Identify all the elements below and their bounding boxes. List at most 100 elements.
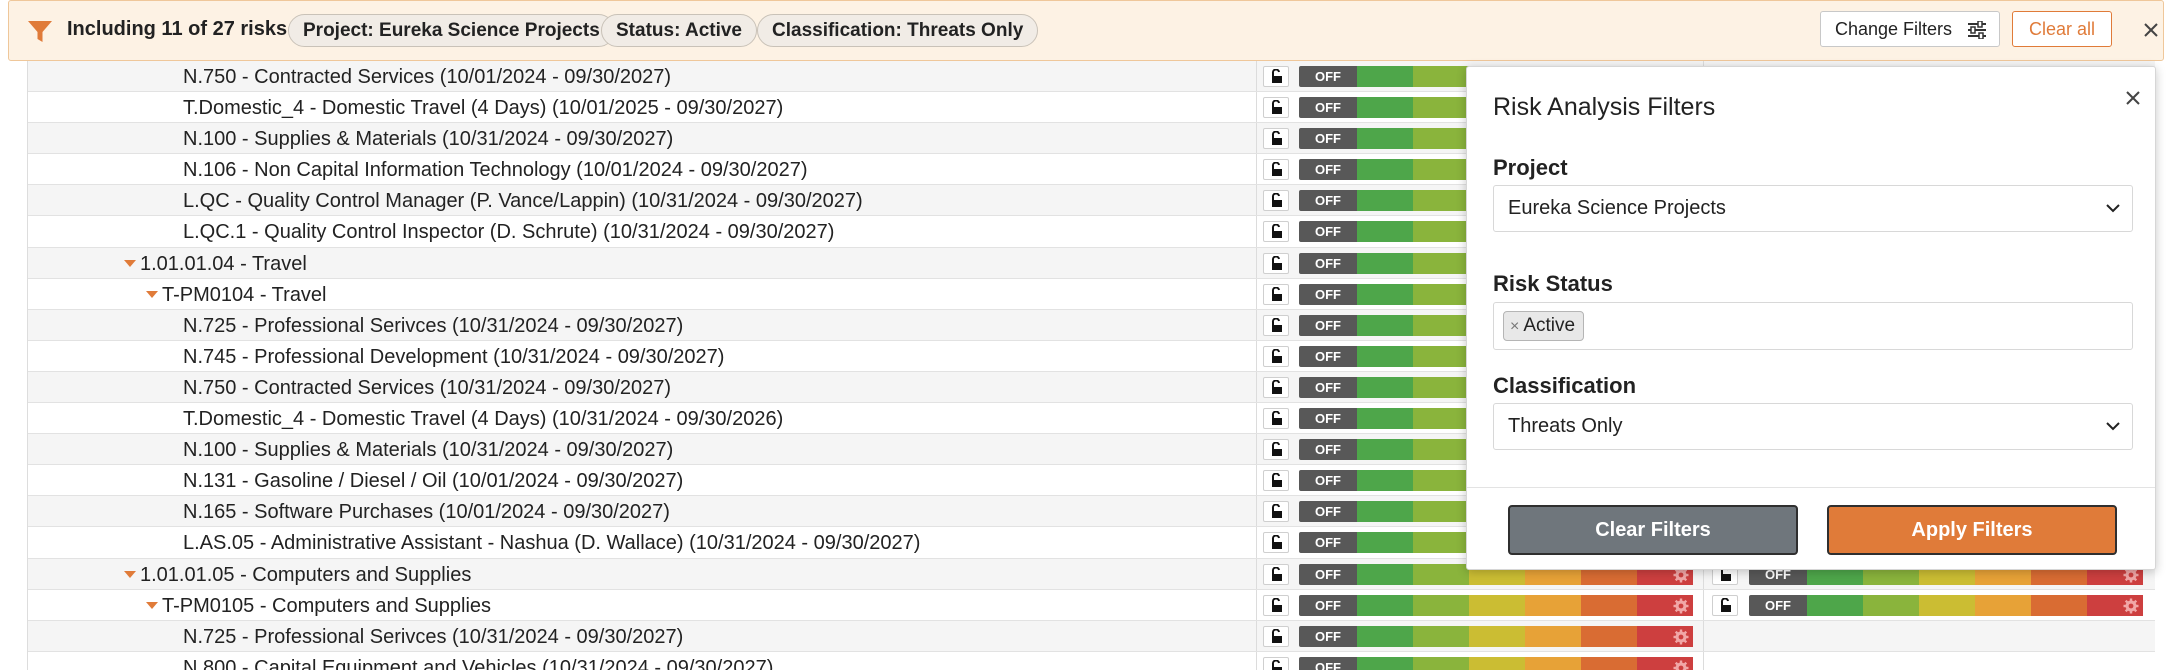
rating-segment[interactable] [1357, 97, 1413, 119]
unlock-button[interactable] [1263, 314, 1289, 336]
rating-segment[interactable] [1863, 594, 1919, 616]
off-toggle[interactable]: OFF [1299, 128, 1357, 150]
panel-close-icon[interactable] [2122, 87, 2144, 109]
risk-rating-scale[interactable] [1357, 656, 1693, 670]
rating-segment[interactable] [1413, 221, 1469, 243]
remove-tag-icon[interactable]: × [1510, 318, 1519, 335]
expand-caret-icon[interactable] [124, 259, 136, 267]
unlock-button[interactable] [1263, 532, 1289, 554]
off-toggle[interactable]: OFF [1299, 345, 1357, 367]
rating-segment[interactable] [1413, 501, 1469, 523]
rating-segment[interactable] [1637, 656, 1693, 670]
rating-segment[interactable] [1581, 656, 1637, 670]
unlock-button[interactable] [1263, 501, 1289, 523]
rating-segment[interactable] [1919, 594, 1975, 616]
risk-status-multiselect[interactable]: × Active [1493, 302, 2133, 350]
risk-rating-scale[interactable] [1357, 625, 1693, 647]
rating-segment[interactable] [1357, 128, 1413, 150]
off-toggle[interactable]: OFF [1299, 439, 1357, 461]
rating-segment[interactable] [1413, 376, 1469, 398]
off-toggle[interactable]: OFF [1299, 563, 1357, 585]
rating-segment[interactable] [1357, 408, 1413, 430]
rating-segment[interactable] [1525, 594, 1581, 616]
rating-segment[interactable] [1357, 439, 1413, 461]
unlock-button[interactable] [1263, 221, 1289, 243]
rating-segment[interactable] [1525, 656, 1581, 670]
rating-segment[interactable] [1357, 283, 1413, 305]
rating-segment[interactable] [1637, 594, 1693, 616]
rating-segment[interactable] [1413, 656, 1469, 670]
rating-segment[interactable] [1581, 625, 1637, 647]
unlock-button[interactable] [1263, 625, 1289, 647]
rating-segment[interactable] [2031, 594, 2087, 616]
off-toggle[interactable]: OFF [1749, 594, 1807, 616]
off-toggle[interactable]: OFF [1299, 283, 1357, 305]
change-filters-button[interactable]: Change Filters [1820, 11, 2000, 47]
unlock-button[interactable] [1263, 66, 1289, 87]
expand-caret-icon[interactable] [146, 601, 158, 609]
rating-segment[interactable] [1357, 625, 1413, 647]
rating-segment[interactable] [1469, 625, 1525, 647]
rating-segment[interactable] [1525, 625, 1581, 647]
rating-segment[interactable] [1807, 594, 1863, 616]
off-toggle[interactable]: OFF [1299, 252, 1357, 274]
rating-segment[interactable] [1413, 314, 1469, 336]
rating-segment[interactable] [1413, 97, 1469, 119]
rating-segment[interactable] [1357, 376, 1413, 398]
apply-filters-button[interactable]: Apply Filters [1827, 505, 2117, 555]
rating-segment[interactable] [1413, 345, 1469, 367]
rating-segment[interactable] [1357, 563, 1413, 585]
rating-segment[interactable] [1413, 439, 1469, 461]
expand-caret-icon[interactable] [146, 290, 158, 298]
rating-segment[interactable] [1581, 594, 1637, 616]
risk-rating-scale[interactable] [1357, 594, 1693, 616]
rating-segment[interactable] [1357, 314, 1413, 336]
rating-segment[interactable] [1357, 221, 1413, 243]
unlock-button[interactable] [1263, 408, 1289, 430]
off-toggle[interactable]: OFF [1299, 314, 1357, 336]
rating-segment[interactable] [1357, 594, 1413, 616]
expand-caret-icon[interactable] [124, 570, 136, 578]
unlock-button[interactable] [1263, 439, 1289, 461]
rating-segment[interactable] [1413, 66, 1469, 87]
rating-segment[interactable] [1413, 625, 1469, 647]
unlock-button[interactable] [1263, 656, 1289, 670]
unlock-button[interactable] [1263, 97, 1289, 119]
rating-segment[interactable] [1413, 594, 1469, 616]
unlock-button[interactable] [1263, 594, 1289, 616]
rating-segment[interactable] [1413, 128, 1469, 150]
unlock-button[interactable] [1263, 252, 1289, 274]
rating-segment[interactable] [1413, 283, 1469, 305]
clear-filters-button[interactable]: Clear Filters [1508, 505, 1798, 555]
rating-segment[interactable] [1413, 563, 1469, 585]
rating-segment[interactable] [1413, 159, 1469, 181]
off-toggle[interactable]: OFF [1299, 376, 1357, 398]
rating-segment[interactable] [1413, 190, 1469, 212]
rating-segment[interactable] [1469, 656, 1525, 670]
off-toggle[interactable]: OFF [1299, 159, 1357, 181]
rating-segment[interactable] [1413, 532, 1469, 554]
rating-segment[interactable] [1413, 408, 1469, 430]
rating-segment[interactable] [1357, 159, 1413, 181]
unlock-button[interactable] [1263, 470, 1289, 492]
rating-segment[interactable] [1357, 190, 1413, 212]
rating-segment[interactable] [1357, 66, 1413, 87]
unlock-button[interactable] [1263, 159, 1289, 181]
unlock-button[interactable] [1263, 345, 1289, 367]
unlock-button[interactable] [1263, 376, 1289, 398]
rating-segment[interactable] [1357, 656, 1413, 670]
rating-segment[interactable] [1357, 252, 1413, 274]
off-toggle[interactable]: OFF [1299, 66, 1357, 87]
off-toggle[interactable]: OFF [1299, 625, 1357, 647]
rating-segment[interactable] [1413, 252, 1469, 274]
off-toggle[interactable]: OFF [1299, 656, 1357, 670]
rating-segment[interactable] [2087, 594, 2143, 616]
off-toggle[interactable]: OFF [1299, 190, 1357, 212]
rating-segment[interactable] [1357, 532, 1413, 554]
rating-segment[interactable] [1357, 501, 1413, 523]
off-toggle[interactable]: OFF [1299, 97, 1357, 119]
off-toggle[interactable]: OFF [1299, 501, 1357, 523]
off-toggle[interactable]: OFF [1299, 221, 1357, 243]
off-toggle[interactable]: OFF [1299, 594, 1357, 616]
rating-segment[interactable] [1975, 594, 2031, 616]
